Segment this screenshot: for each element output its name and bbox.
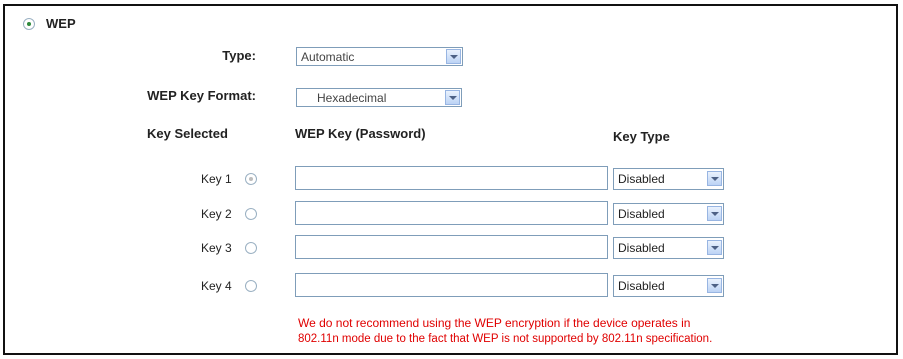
chevron-down-icon [707,278,722,293]
wep-warning-line-2: 802.11n mode due to the fact that WEP is… [298,333,713,345]
chevron-down-icon [445,90,460,105]
type-select-value: Automatic [301,50,355,64]
key-4-label: Key 4 [201,279,232,293]
key-2-type-value: Disabled [618,207,665,221]
key-format-select-value: Hexadecimal [317,91,387,105]
wep-key-header: WEP Key (Password) [295,126,426,141]
key-2-type-select[interactable]: Disabled [613,203,724,225]
key-1-input[interactable] [295,166,608,190]
key-3-label: Key 3 [201,241,232,255]
chevron-down-icon [446,49,461,64]
chevron-down-icon [707,240,722,255]
key-3-input[interactable] [295,235,608,259]
type-label: Type: [222,48,256,63]
chevron-down-icon [707,171,722,186]
key-4-radio[interactable] [245,280,257,292]
key-3-radio[interactable] [245,242,257,254]
key-2-input[interactable] [295,201,608,225]
key-3-type-select[interactable]: Disabled [613,237,724,259]
type-select[interactable]: Automatic [296,47,463,66]
key-selected-header: Key Selected [147,126,228,141]
key-type-header: Key Type [613,129,670,144]
key-1-label: Key 1 [201,172,232,186]
key-4-input[interactable] [295,273,608,297]
key-4-type-value: Disabled [618,279,665,293]
key-1-type-select[interactable]: Disabled [613,168,724,190]
key-4-type-select[interactable]: Disabled [613,275,724,297]
key-format-label: WEP Key Format: [147,88,256,103]
wep-title: WEP [46,16,76,31]
wep-radio[interactable] [23,18,35,30]
key-2-label: Key 2 [201,207,232,221]
key-3-type-value: Disabled [618,241,665,255]
key-2-radio[interactable] [245,208,257,220]
key-1-type-value: Disabled [618,172,665,186]
wep-section: WEP Type: Automatic WEP Key Format: Hexa… [3,4,898,355]
chevron-down-icon [707,206,722,221]
key-format-select[interactable]: Hexadecimal [296,88,462,107]
key-1-radio[interactable] [245,173,257,185]
wep-warning-line-1: We do not recommend using the WEP encryp… [298,316,691,330]
